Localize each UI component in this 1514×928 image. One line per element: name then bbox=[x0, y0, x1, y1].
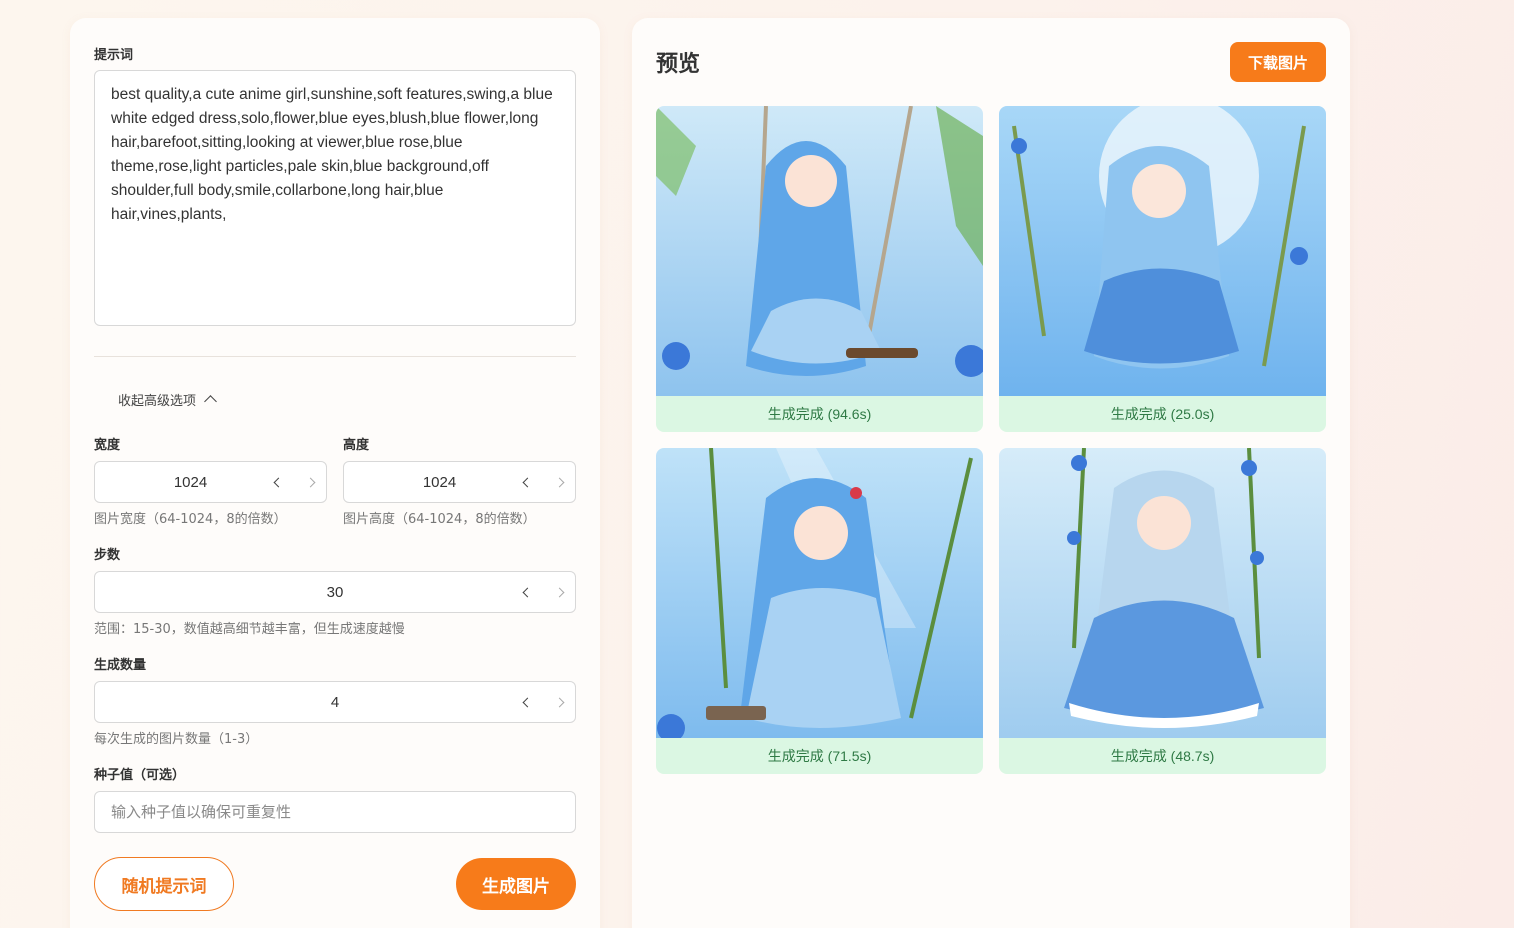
count-decrement-button[interactable] bbox=[511, 682, 543, 722]
prompt-textarea[interactable]: best quality,a cute anime girl,sunshine,… bbox=[94, 70, 576, 326]
seed-input[interactable] bbox=[94, 791, 576, 833]
chevron-left-icon bbox=[522, 477, 532, 487]
count-label: 生成数量 bbox=[94, 658, 147, 673]
chevron-right-icon bbox=[305, 477, 315, 487]
collapse-advanced-toggle[interactable]: 收起高级选项 bbox=[118, 390, 217, 409]
preview-card[interactable]: 生成完成 (94.6s) bbox=[656, 106, 983, 432]
height-hint: 图片高度（64-1024，8的倍数） bbox=[343, 512, 536, 527]
preview-card[interactable]: 生成完成 (48.7s) bbox=[999, 448, 1326, 774]
image-status: 生成完成 (25.0s) bbox=[999, 396, 1326, 432]
width-hint: 图片宽度（64-1024，8的倍数） bbox=[94, 512, 287, 527]
height-input[interactable]: 1024 bbox=[343, 461, 576, 503]
width-label: 宽度 bbox=[94, 438, 121, 453]
preview-card[interactable]: 生成完成 (71.5s) bbox=[656, 448, 983, 774]
generation-form-panel: 提示词 best quality,a cute anime girl,sunsh… bbox=[70, 18, 600, 928]
preview-title: 预览 bbox=[656, 52, 701, 77]
chevron-up-icon bbox=[204, 395, 217, 408]
count-value: 4 bbox=[330, 693, 340, 711]
chevron-left-icon bbox=[522, 587, 532, 597]
steps-input[interactable]: 30 bbox=[94, 571, 576, 613]
count-input[interactable]: 4 bbox=[94, 681, 576, 723]
prompt-label: 提示词 bbox=[94, 48, 134, 63]
generated-image bbox=[656, 448, 983, 738]
chevron-right-icon bbox=[554, 697, 564, 707]
preview-panel: 预览 下载图片 生成完成 (94.6s) 生成完成 (25.0s) 生成完成 (… bbox=[632, 18, 1350, 928]
count-hint: 每次生成的图片数量（1-3） bbox=[94, 732, 259, 747]
chevron-right-icon bbox=[554, 477, 564, 487]
chevron-left-icon bbox=[522, 697, 532, 707]
width-decrement-button[interactable] bbox=[262, 462, 294, 502]
height-label: 高度 bbox=[343, 438, 370, 453]
collapse-advanced-label: 收起高级选项 bbox=[118, 394, 197, 409]
random-prompt-button[interactable]: 随机提示词 bbox=[94, 857, 234, 911]
width-increment-button[interactable] bbox=[294, 462, 326, 502]
image-status: 生成完成 (71.5s) bbox=[656, 738, 983, 774]
generated-image bbox=[999, 448, 1326, 738]
steps-increment-button[interactable] bbox=[543, 572, 575, 612]
height-increment-button[interactable] bbox=[543, 462, 575, 502]
chevron-right-icon bbox=[554, 587, 564, 597]
download-button[interactable]: 下载图片 bbox=[1230, 42, 1326, 82]
generated-image bbox=[999, 106, 1326, 396]
width-input[interactable]: 1024 bbox=[94, 461, 327, 503]
generate-button[interactable]: 生成图片 bbox=[456, 858, 576, 910]
count-increment-button[interactable] bbox=[543, 682, 575, 722]
steps-value: 30 bbox=[326, 583, 344, 601]
generated-image bbox=[656, 106, 983, 396]
chevron-left-icon bbox=[273, 477, 283, 487]
steps-hint: 范围：15-30，数值越高细节越丰富，但生成速度越慢 bbox=[94, 622, 405, 637]
steps-decrement-button[interactable] bbox=[511, 572, 543, 612]
width-value: 1024 bbox=[173, 473, 208, 491]
image-status: 生成完成 (48.7s) bbox=[999, 738, 1326, 774]
height-value: 1024 bbox=[422, 473, 457, 491]
height-decrement-button[interactable] bbox=[511, 462, 543, 502]
steps-label: 步数 bbox=[94, 548, 121, 563]
preview-card[interactable]: 生成完成 (25.0s) bbox=[999, 106, 1326, 432]
seed-label: 种子值（可选） bbox=[94, 768, 186, 783]
divider bbox=[94, 356, 576, 357]
image-status: 生成完成 (94.6s) bbox=[656, 396, 983, 432]
